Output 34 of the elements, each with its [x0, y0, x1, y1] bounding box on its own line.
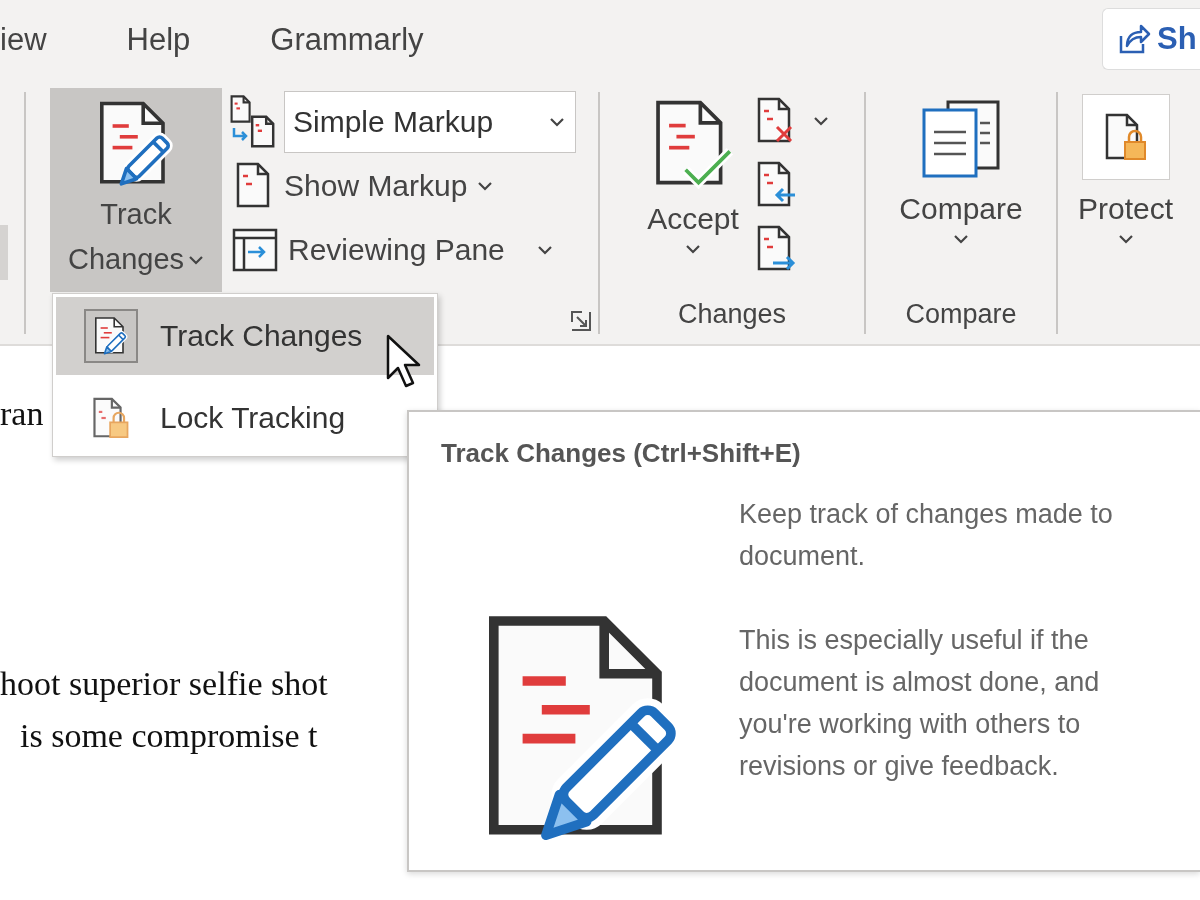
accept-button[interactable]: Accept: [635, 88, 751, 299]
tooltip-title: Track Changes (Ctrl+Shift+E): [440, 437, 802, 469]
chevron-down-icon: [536, 245, 553, 255]
pane-icon: [232, 228, 278, 272]
track-changes-button[interactable]: Track Changes: [50, 88, 222, 292]
document-text: is some compromise t: [20, 716, 318, 756]
chevron-down-icon: [953, 234, 969, 244]
chevron-down-icon: [188, 254, 205, 265]
chevron-down-icon: [813, 116, 829, 126]
dialog-launcher-icon: [570, 310, 592, 332]
share-button[interactable]: Sh: [1102, 8, 1200, 70]
share-icon: [1117, 22, 1151, 56]
two-documents-icon: [920, 98, 1002, 180]
show-markup-button[interactable]: Show Markup: [228, 158, 494, 214]
chevron-down-icon: [1117, 234, 1134, 244]
ribbon-tab[interactable]: Grammarly: [270, 0, 424, 58]
compare-button[interactable]: Compare: [887, 88, 1035, 299]
document-text: hoot superior selfie shot: [0, 664, 328, 704]
document-text: ran: [0, 394, 44, 434]
protect-button[interactable]: Protect: [1058, 88, 1174, 344]
group-label: Compare: [905, 299, 1017, 331]
markup-dropdown[interactable]: Simple Markup: [284, 91, 576, 153]
group-label: Changes: [677, 299, 787, 331]
tooltip-paragraph: This is especially useful if the document is almost done, and you're working with others to revisions or give feedback.: [739, 624, 1101, 783]
ribbon-tab[interactable]: Help: [126, 0, 191, 58]
chevron-down-icon: [685, 244, 701, 254]
ribbon-tab[interactable]: iew: [0, 0, 47, 58]
menu-item[interactable]: Track Changes: [56, 297, 434, 375]
mouse-pointer-icon: [386, 334, 422, 388]
menu-item[interactable]: Lock Tracking: [56, 379, 434, 457]
chevron-down-icon: [477, 181, 494, 191]
chevron-down-icon: [549, 117, 565, 127]
tooltip-paragraph: Keep track of changes made to document.: [739, 498, 1113, 573]
reviewing-pane-button[interactable]: Reviewing Pane: [228, 222, 553, 278]
